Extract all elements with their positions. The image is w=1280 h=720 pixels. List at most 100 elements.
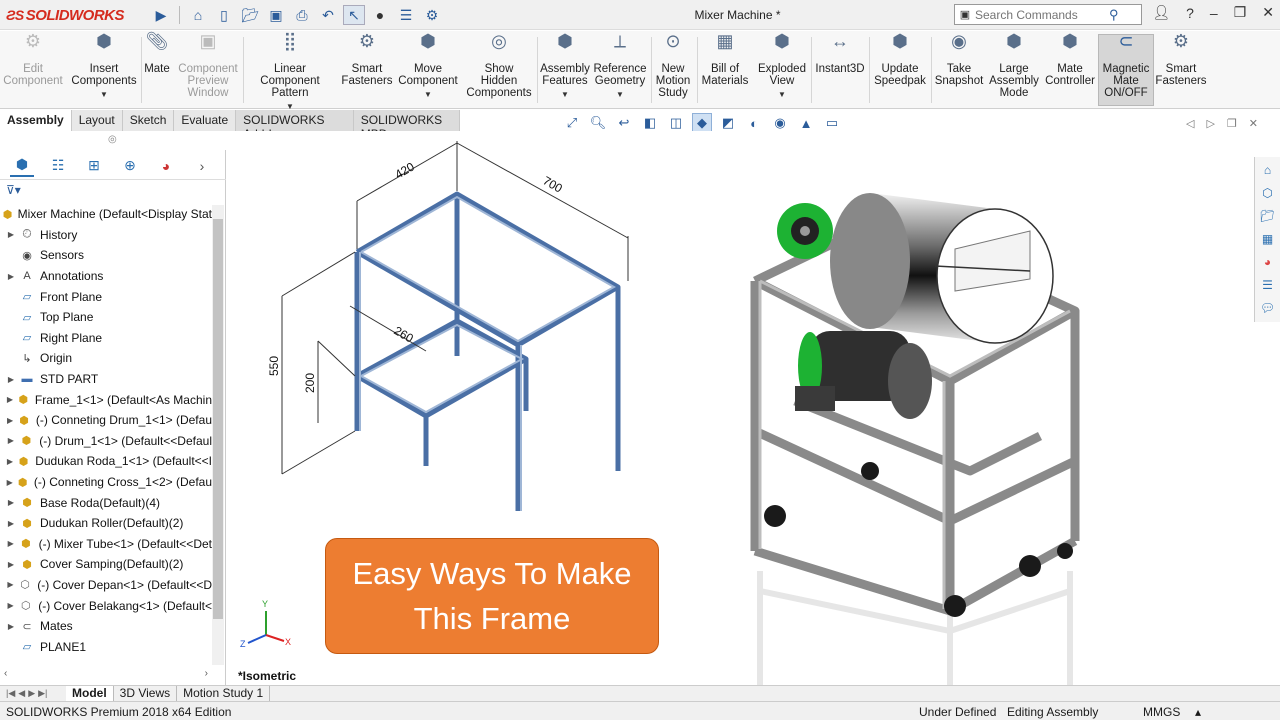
tab-layout[interactable]: Layout [71,110,123,131]
ribbon-button-4[interactable]: ⣿ Linear Component Pattern ▼ [244,32,336,113]
featuremanager-tab-icon[interactable]: ⬢ [10,155,34,177]
ribbon-button-15[interactable]: ◉ Take Snapshot [932,32,986,87]
pin-icon[interactable]: ◎ [108,134,117,145]
expand-arrow-icon[interactable]: ▶ [5,436,17,445]
zoom-to-fit-icon[interactable]: ⤢ [562,113,582,133]
ribbon-button-2[interactable]: 📎︎ Mate [142,32,172,75]
expand-arrow-icon[interactable]: ▶ [5,478,14,487]
file-explorer-icon[interactable]: 📁︎ [1258,206,1278,226]
forum-icon[interactable]: 💬︎ [1258,298,1278,318]
filter-icon[interactable]: ⊽▾ [6,183,21,197]
search-icon[interactable]: ⚲ [1109,7,1119,23]
close-icon[interactable]: ✕ [1262,4,1274,21]
view-orientation-icon[interactable]: ◆ [692,113,712,133]
ribbon-button-13[interactable]: ↔ Instant3D [814,32,866,75]
tree-item[interactable]: ▶ ⬢ Dudukan Roller(Default)(2) [0,513,212,534]
tree-item[interactable]: ▶ ⬢ Base Roda(Default)(4) [0,492,212,513]
prev-tab-icon[interactable]: ◀ [18,688,25,699]
units-selector[interactable]: MMGS [1143,705,1180,719]
hide-show-items-icon[interactable]: ◐ [744,113,764,133]
tree-item[interactable]: ▱ Right Plane [0,328,212,349]
tree-item[interactable]: ▱ Top Plane [0,307,212,328]
tree-item[interactable]: ◉ Sensors [0,245,212,266]
tree-item[interactable]: ▶ A Annotations [0,266,212,287]
expand-arrow-icon[interactable]: ▶ [5,416,15,425]
tree-item[interactable]: ▶ ⬢ (-) Conneting Drum_1<1> (Defau [0,410,212,431]
scroll-right-icon[interactable]: › [205,668,208,680]
last-tab-icon[interactable]: ▶| [38,688,47,699]
tree-vertical-scrollbar[interactable] [212,205,224,665]
configurationmanager-tab-icon[interactable]: ⊞ [82,155,106,177]
tree-item[interactable]: ▶ ⬢ Frame_1<1> (Default<As Machin [0,389,212,410]
ribbon-button-9[interactable]: ⟂ Reference Geometry ▼ [592,32,648,101]
ribbon-button-8[interactable]: ⬢ Assembly Features ▼ [538,32,592,101]
tree-item[interactable]: ▶ ⬢ (-) Conneting Cross_1<2> (Defau [0,472,212,493]
tree-item[interactable]: ▱ PLANE1 [0,636,212,657]
ribbon-button-7[interactable]: ◎ Show Hidden Components [464,32,534,99]
tree-root[interactable]: ⬢ Mixer Machine (Default<Display Stat [0,204,212,225]
bottom-tab-model[interactable]: Model [66,686,114,702]
scroll-left-icon[interactable]: ‹ [4,668,7,680]
ribbon-button-5[interactable]: ⚙ Smart Fasteners [340,32,394,87]
expand-arrow-icon[interactable]: ▶ [5,519,17,528]
ribbon-button-17[interactable]: ⬢ Mate Controller [1042,32,1098,87]
dropdown-arrow-icon[interactable]: ▼ [100,89,108,101]
expand-arrow-icon[interactable]: ▶ [5,230,17,239]
viewport-close-icon[interactable]: ✕ [1249,117,1258,130]
ribbon-button-11[interactable]: ▦ Bill of Materials [700,32,750,87]
tree-item[interactable]: ↳ Origin [0,348,212,369]
display-style-icon[interactable]: ◩ [718,113,738,133]
edit-appearance-icon[interactable]: ◉ [770,113,790,133]
ribbon-button-18[interactable]: ⊂ Magnetic Mate ON/OFF [1098,32,1154,106]
solidworks-resources-icon[interactable]: ⌂ [1258,160,1278,180]
expand-arrow-icon[interactable]: ▶ [5,498,17,507]
units-dropdown-icon[interactable]: ▴ [1195,705,1201,719]
tab-solidworks-mbd[interactable]: SOLIDWORKS MBD [353,110,460,141]
design-library-icon[interactable]: ⬡ [1258,183,1278,203]
tab-evaluate[interactable]: Evaluate [174,110,237,131]
tab-sketch[interactable]: Sketch [122,110,175,131]
ribbon-button-6[interactable]: ⬢ Move Component ▼ [398,32,458,101]
search-commands[interactable]: ▣ ⚲ [954,4,1142,25]
zoom-to-area-icon[interactable]: 🔍︎ [588,113,608,133]
ribbon-button-19[interactable]: ⚙ Smart Fasteners [1154,32,1208,87]
dropdown-arrow-icon[interactable]: ▼ [616,89,624,101]
propertymanager-tab-icon[interactable]: ☷ [46,155,70,177]
dim-550[interactable]: 550 [267,356,281,376]
tree-item[interactable]: ▶ 🕘︎ History [0,225,212,246]
next-tab-icon[interactable]: ▶ [28,688,35,699]
viewport-next-icon[interactable]: ▷ [1206,117,1214,130]
viewport-prev-icon[interactable]: ◁ [1186,117,1194,130]
minimize-icon[interactable]: – [1210,5,1218,21]
tree-item[interactable]: ▶ ⬢ (-) Mixer Tube<1> (Default<<Det [0,534,212,555]
ribbon-button-1[interactable]: ⬢ Insert Components ▼ [70,32,138,101]
help-icon[interactable]: ? [1186,5,1194,21]
section-view-icon[interactable]: ◧ [640,113,660,133]
expand-arrow-icon[interactable]: ▶ [5,457,15,466]
expand-arrow-icon[interactable]: ▶ [5,560,17,569]
expand-arrow-icon[interactable]: ▶ [5,580,16,589]
expand-arrow-icon[interactable]: ▶ [5,622,17,631]
tree-item[interactable]: ▶ ⬢ Dudukan Roda_1<1> (Default<<I [0,451,212,472]
user-icon[interactable]: 👤︎ [1152,4,1170,21]
expand-arrow-icon[interactable]: ▶ [5,539,16,548]
apply-scene-icon[interactable]: ▲ [796,113,816,133]
tree-item[interactable]: ▶ ⊂ Mates [0,616,212,637]
search-input[interactable] [975,7,1105,22]
dim-200[interactable]: 200 [303,373,317,393]
dim-700[interactable]: 700 [541,173,566,195]
restore-icon[interactable]: ❐ [1234,4,1247,21]
displaymanager-tab-icon[interactable]: ◕ [154,155,178,177]
tab-solidworks-add-ins[interactable]: SOLIDWORKS Add-Ins [236,110,354,141]
tree-item[interactable]: ▶ ▬ STD PART [0,369,212,390]
bottom-tab-3d-views[interactable]: 3D Views [114,686,178,702]
previous-view-icon[interactable]: ↩ [614,113,634,133]
expand-arrow-icon[interactable]: ▶ [5,375,17,384]
ribbon-button-12[interactable]: ⬢ Exploded View ▼ [756,32,808,101]
bottom-tab-motion-study-1[interactable]: Motion Study 1 [177,686,271,702]
dropdown-arrow-icon[interactable]: ▼ [561,89,569,101]
expand-arrow-icon[interactable]: ▶ [5,395,15,404]
tree-item[interactable]: ▶ ⬡ (-) Cover Belakang<1> (Default< [0,595,212,616]
tree-item[interactable]: ▶ ⬢ Cover Samping(Default)(2) [0,554,212,575]
search-scope-icon[interactable]: ▣ [955,5,975,24]
